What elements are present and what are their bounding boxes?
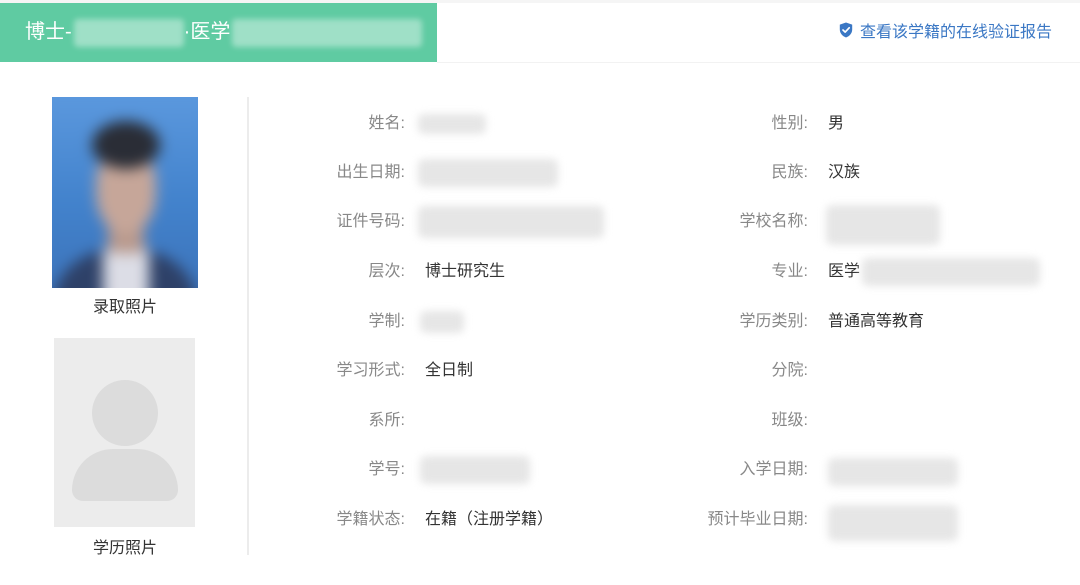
student-record-page: 博士- ·医学 查看该学籍的在线验证报告 录取照片 学历照片 姓名: 出生日期: …	[0, 0, 1080, 585]
redacted-school	[73, 19, 184, 47]
field-label-branch: 分院:	[771, 362, 808, 379]
field-value-gender: 男	[828, 115, 845, 132]
admission-photo	[52, 97, 198, 288]
redacted-major	[232, 19, 423, 47]
header-divider	[437, 62, 1080, 63]
shield-check-icon	[839, 22, 853, 38]
verify-report-link[interactable]: 查看该学籍的在线验证报告	[839, 18, 1052, 42]
field-label-gender: 性别:	[771, 115, 808, 132]
redacted-value	[862, 258, 1040, 286]
degree-photo-placeholder	[54, 338, 195, 527]
field-value-enrollment-status: 在籍（注册学籍）	[425, 511, 554, 528]
field-label-ethnicity: 民族:	[771, 164, 808, 181]
field-label-duration: 学制:	[368, 313, 405, 330]
major-text: ·医学	[183, 21, 231, 43]
field-label-class: 班级:	[771, 412, 808, 429]
field-label-level: 层次:	[368, 263, 405, 280]
degree-text: 博士-	[25, 21, 72, 43]
redacted-value	[418, 159, 558, 187]
redacted-value	[420, 456, 530, 484]
field-label-enrollment-status: 学籍状态:	[336, 511, 405, 528]
field-label-study-form: 学习形式:	[336, 362, 405, 379]
vertical-divider	[247, 97, 249, 555]
field-value-education-type: 普通高等教育	[828, 313, 925, 330]
field-label-id-number: 证件号码:	[336, 213, 405, 230]
field-label-expected-graduation: 预计毕业日期:	[707, 511, 808, 528]
redacted-value	[828, 505, 958, 541]
field-label-school-name: 学校名称:	[739, 213, 808, 230]
redacted-value	[418, 206, 604, 238]
field-label-birth-date: 出生日期:	[336, 164, 405, 181]
field-label-admission-date: 入学日期:	[739, 461, 808, 478]
field-label-department: 系所:	[368, 412, 405, 429]
field-label-student-id: 学号:	[368, 461, 405, 478]
record-title-tab: 博士- ·医学	[0, 3, 437, 62]
field-value-ethnicity: 汉族	[828, 164, 861, 181]
redacted-value	[826, 205, 940, 245]
field-value-major: 医学	[828, 263, 861, 280]
verify-report-label: 查看该学籍的在线验证报告	[859, 24, 1052, 41]
degree-photo-label: 学历照片	[92, 540, 157, 557]
field-value-level: 博士研究生	[425, 263, 506, 280]
redacted-value	[420, 311, 464, 333]
admission-photo-label: 录取照片	[92, 299, 157, 316]
field-label-major: 专业:	[771, 263, 808, 280]
field-label-name: 姓名:	[368, 115, 405, 132]
redacted-value	[418, 114, 486, 134]
field-label-education-type: 学历类别:	[739, 313, 808, 330]
redacted-value	[828, 458, 958, 486]
field-value-study-form: 全日制	[425, 362, 474, 379]
